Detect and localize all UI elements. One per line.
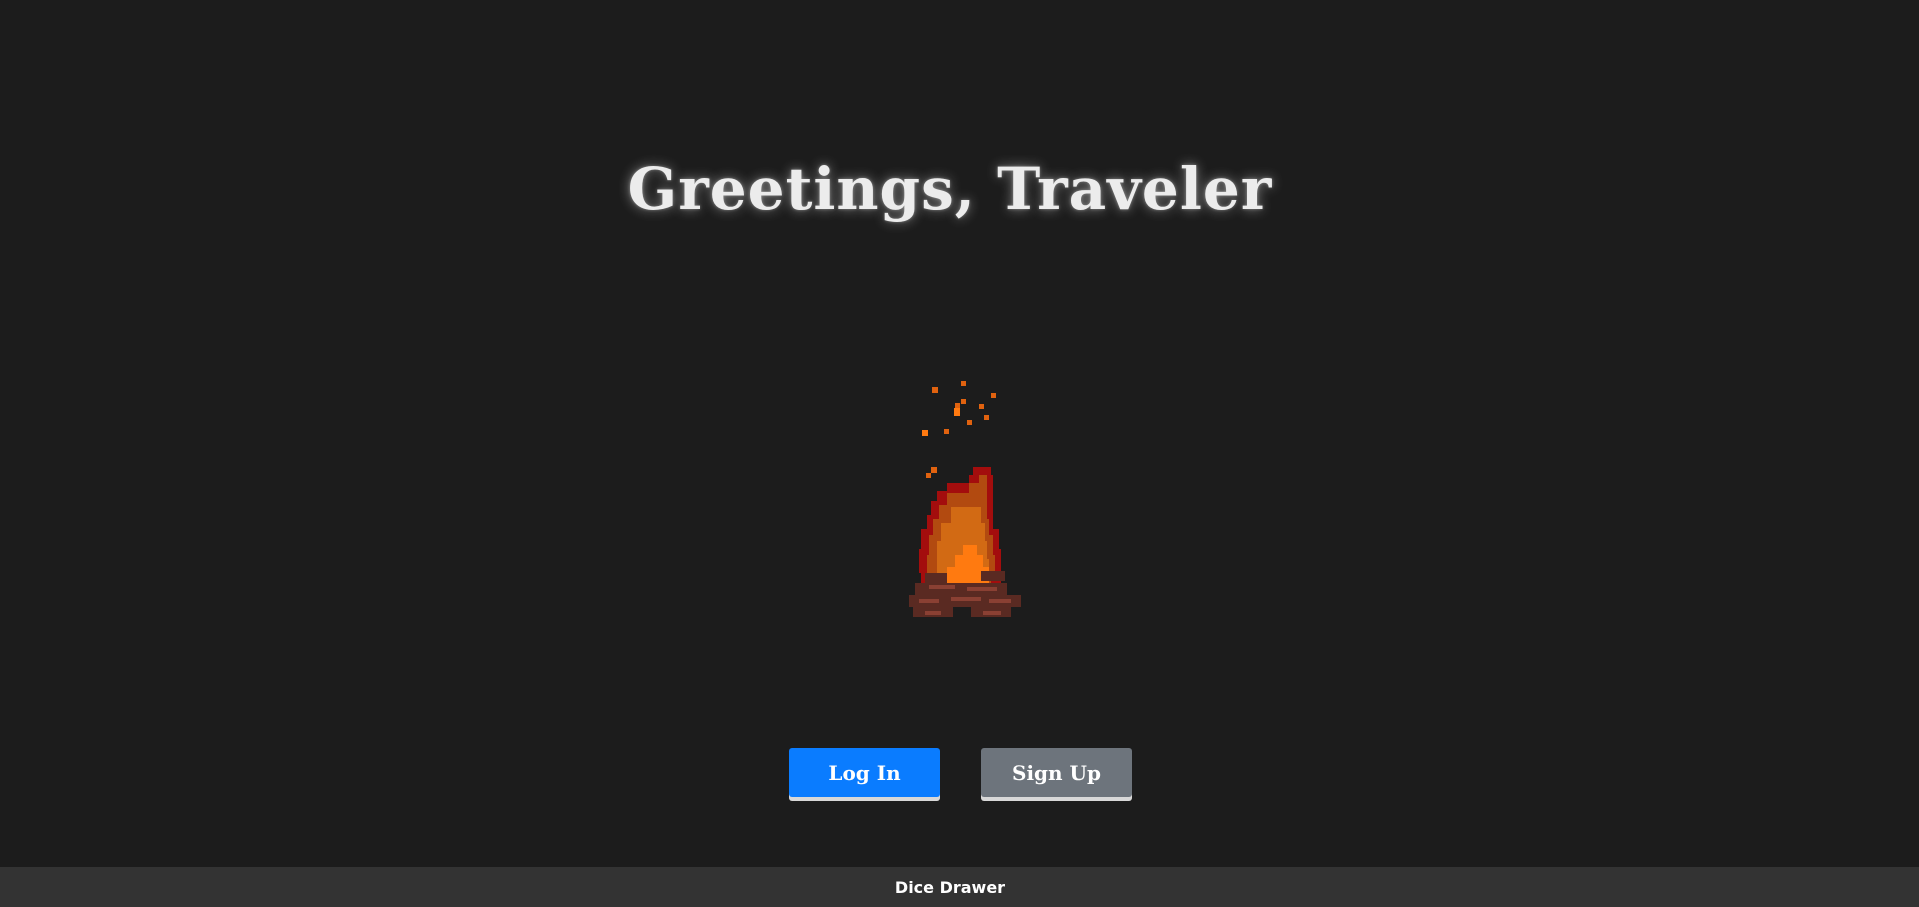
page-title: Greetings, Traveler <box>627 155 1273 223</box>
landing-page: Greetings, Traveler Log In Sign Up Dice … <box>0 0 1919 907</box>
main-content: Greetings, Traveler Log In Sign Up <box>0 0 1919 860</box>
ember-sparks <box>922 381 996 478</box>
login-button[interactable]: Log In <box>789 748 940 797</box>
auth-actions: Log In Sign Up <box>0 748 1919 802</box>
footer-brand: Dice Drawer <box>894 877 1006 897</box>
signup-button[interactable]: Sign Up <box>981 748 1132 797</box>
campfire-icon <box>909 381 1021 617</box>
footer: Dice Drawer <box>0 867 1919 907</box>
